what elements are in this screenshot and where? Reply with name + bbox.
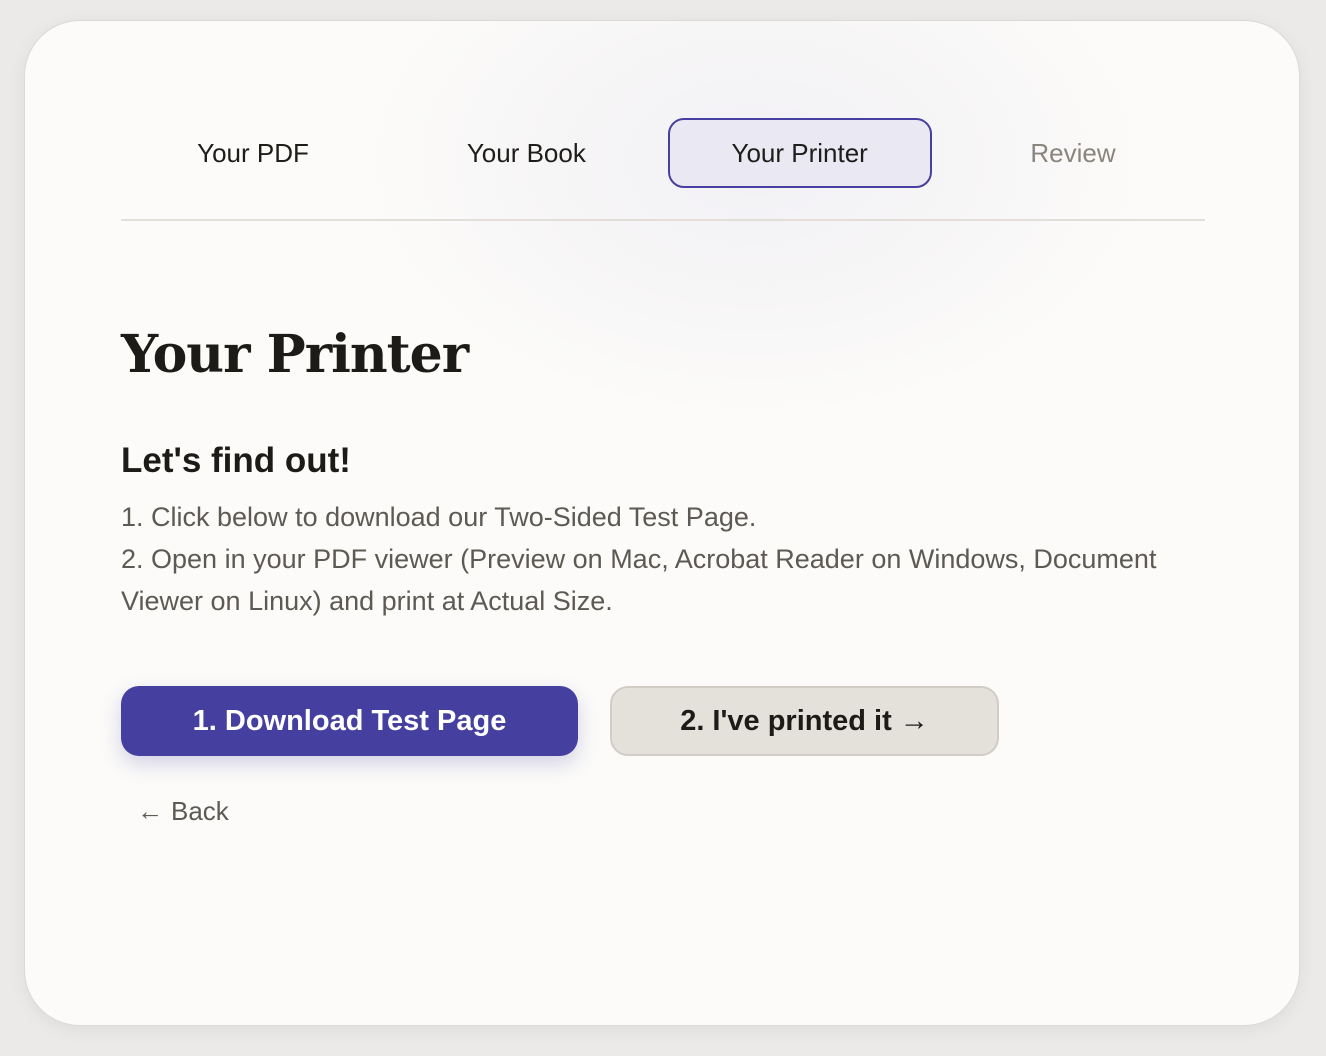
instruction-step-1: 1. Click below to download our Two-Sided…	[121, 502, 757, 532]
back-link-label: Back	[171, 796, 229, 826]
step-your-book[interactable]: Your Book	[394, 118, 658, 188]
section-subheading: Let's find out!	[121, 441, 351, 480]
instructions-list: 1. Click below to download our Two-Sided…	[121, 496, 1161, 622]
stepper-divider	[121, 219, 1205, 221]
page-title: Your Printer	[121, 324, 469, 385]
step-review[interactable]: Review	[941, 118, 1205, 188]
printed-it-button[interactable]: 2. I've printed it →	[610, 686, 999, 756]
back-arrow-icon: ←	[137, 796, 163, 826]
step-your-pdf[interactable]: Your PDF	[121, 118, 385, 188]
back-link[interactable]: ← Back	[137, 793, 229, 829]
wizard-card: Your PDF Your Book Your Printer Review Y…	[24, 20, 1300, 1026]
step-navigation: Your PDF Your Book Your Printer Review	[121, 117, 1205, 189]
instruction-step-2: 2. Open in your PDF viewer (Preview on M…	[121, 544, 1157, 616]
download-test-page-button[interactable]: 1. Download Test Page	[121, 686, 578, 756]
step-your-printer[interactable]: Your Printer	[667, 118, 932, 188]
